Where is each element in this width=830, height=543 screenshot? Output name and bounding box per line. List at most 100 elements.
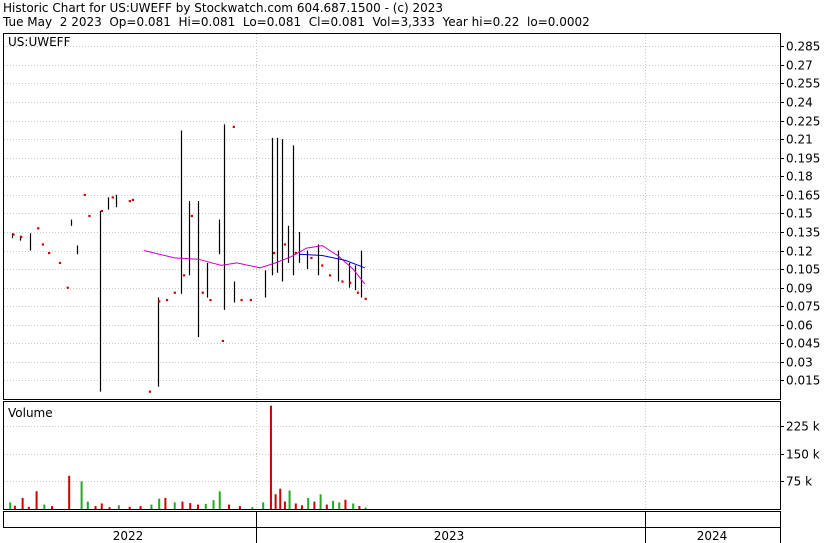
volume-y-axis: 75 k 150 k 225 k bbox=[780, 420, 820, 489]
volume-bar bbox=[108, 507, 111, 509]
close-point bbox=[190, 214, 193, 218]
close-point bbox=[41, 243, 44, 246]
volume-bar bbox=[150, 504, 153, 509]
close-point bbox=[356, 291, 360, 294]
time-axis-band bbox=[3, 511, 781, 528]
price-tick-label: 0.21 bbox=[786, 133, 813, 147]
price-grid bbox=[4, 34, 780, 399]
volume-bar bbox=[269, 405, 272, 509]
close-point bbox=[58, 261, 62, 265]
close-point bbox=[111, 196, 114, 199]
volume-bar bbox=[51, 506, 54, 509]
price-tick-label: 0.195 bbox=[786, 152, 820, 166]
volume-bar bbox=[68, 475, 71, 509]
close-point bbox=[131, 198, 135, 201]
volume-bar bbox=[139, 506, 142, 509]
volume-bar bbox=[319, 494, 322, 509]
volume-bar bbox=[352, 503, 355, 509]
volume-bar bbox=[173, 502, 176, 509]
close-point bbox=[232, 125, 235, 128]
close-point bbox=[48, 252, 51, 255]
volume-tick-label: 225 k bbox=[786, 420, 820, 434]
close-point bbox=[12, 233, 15, 236]
volume-bar bbox=[13, 505, 16, 509]
close-point bbox=[83, 193, 86, 197]
volume-bar bbox=[338, 502, 341, 509]
volume-panel-frame bbox=[3, 401, 781, 510]
volume-bar bbox=[212, 500, 215, 509]
volume-bar bbox=[300, 505, 303, 509]
close-point bbox=[88, 214, 91, 218]
volume-bar bbox=[294, 503, 297, 509]
volume-bar bbox=[288, 490, 291, 509]
close-point bbox=[249, 299, 252, 302]
close-point bbox=[364, 297, 367, 300]
volume-bar bbox=[251, 507, 254, 509]
price-tick-label: 0.24 bbox=[786, 96, 813, 110]
close-point bbox=[173, 291, 176, 294]
volume-bar bbox=[128, 506, 131, 509]
volume-bar bbox=[279, 488, 282, 509]
volume-bar bbox=[27, 506, 30, 509]
close-point bbox=[341, 280, 344, 283]
close-point bbox=[100, 209, 103, 213]
volume-bar bbox=[218, 491, 221, 509]
price-tick-label: 0.105 bbox=[786, 263, 820, 277]
close-point bbox=[321, 264, 324, 267]
volume-bar bbox=[262, 502, 265, 509]
close-point bbox=[221, 339, 225, 343]
price-tick-label: 0.09 bbox=[786, 282, 813, 296]
price-tick-label: 0.225 bbox=[786, 115, 820, 129]
volume-bar bbox=[364, 507, 367, 509]
volume-panel-title: Volume bbox=[8, 406, 53, 420]
price-tick-label: 0.15 bbox=[786, 207, 813, 221]
close-point bbox=[20, 235, 23, 239]
volume-bar bbox=[204, 503, 207, 509]
volume-bars bbox=[9, 405, 367, 509]
x-label-2022: 2022 bbox=[113, 529, 144, 543]
price-tick-label: 0.045 bbox=[786, 337, 820, 351]
volume-bar bbox=[344, 499, 347, 509]
moving-average-short-line bbox=[143, 245, 366, 285]
volume-bar bbox=[158, 498, 161, 509]
close-point bbox=[66, 286, 69, 289]
price-tick-label: 0.015 bbox=[786, 374, 820, 388]
x-label-2024: 2024 bbox=[697, 529, 728, 543]
volume-bar bbox=[86, 501, 89, 509]
volume-bar bbox=[94, 506, 97, 509]
volume-bar bbox=[325, 504, 328, 509]
price-tick-label: 0.18 bbox=[786, 170, 813, 184]
close-point bbox=[349, 281, 352, 284]
close-point bbox=[165, 299, 169, 302]
volume-bar bbox=[332, 500, 335, 509]
price-panel-frame bbox=[3, 33, 781, 400]
volume-bar bbox=[228, 504, 231, 509]
close-point bbox=[283, 243, 287, 246]
volume-bar bbox=[238, 506, 241, 509]
price-tick-label: 0.255 bbox=[786, 77, 820, 91]
volume-tick-label: 150 k bbox=[786, 448, 820, 462]
volume-bar bbox=[313, 501, 316, 509]
volume-bar bbox=[307, 497, 310, 509]
close-point bbox=[328, 274, 332, 277]
close-point bbox=[240, 299, 243, 302]
price-tick-label: 0.12 bbox=[786, 245, 813, 259]
close-point bbox=[158, 300, 161, 303]
price-y-axis: 0.285 0.27 0.255 0.24 0.225 0.21 0.195 0.18 0.16… bbox=[780, 40, 820, 388]
close-point bbox=[209, 299, 212, 302]
volume-bar bbox=[197, 504, 199, 509]
price-panel-title: US:UWEFF bbox=[8, 35, 71, 49]
close-point bbox=[183, 274, 186, 277]
price-bars bbox=[11, 124, 363, 392]
volume-bar bbox=[358, 506, 361, 509]
volume-bar bbox=[9, 502, 12, 509]
close-point bbox=[273, 252, 276, 255]
stock-chart: 0.285 0.27 0.255 0.24 0.225 0.21 0.195 0.18 0.16… bbox=[3, 33, 820, 543]
price-tick-label: 0.06 bbox=[786, 319, 813, 333]
price-tick-label: 0.135 bbox=[786, 226, 820, 240]
price-tick-label: 0.27 bbox=[786, 59, 813, 73]
volume-bar bbox=[117, 505, 120, 509]
volume-bar bbox=[21, 497, 24, 509]
close-point bbox=[310, 256, 313, 260]
close-point bbox=[128, 200, 131, 203]
